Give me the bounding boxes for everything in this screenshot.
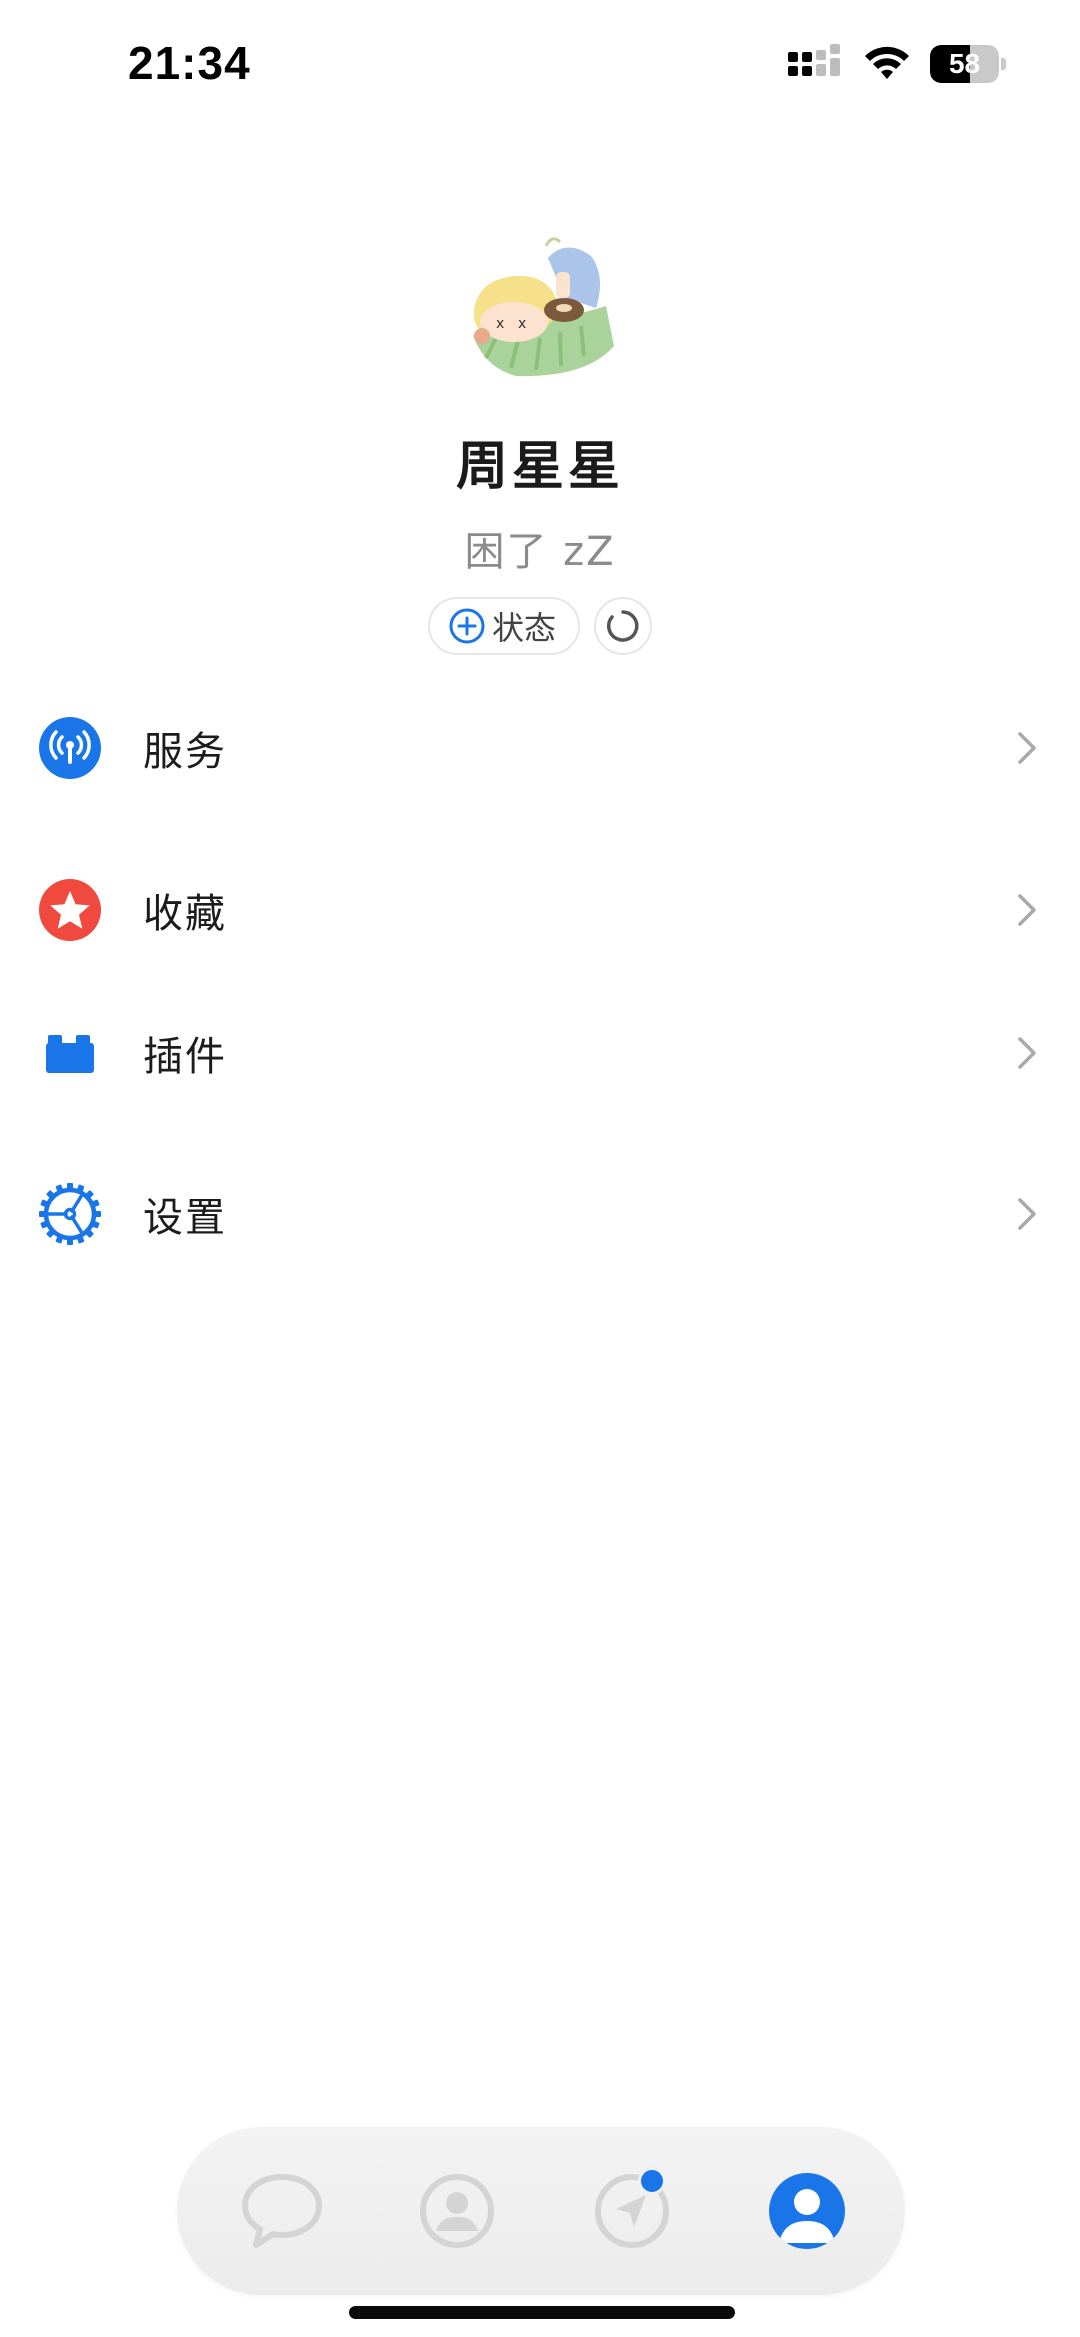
person-icon	[769, 2173, 845, 2249]
plus-circle-icon	[449, 608, 485, 644]
menu-item-label: 设置	[143, 1195, 227, 1241]
tab-me[interactable]	[757, 2161, 857, 2261]
cellular-signal-icon	[788, 44, 840, 76]
contact-icon	[420, 2174, 494, 2248]
battery-level: 58	[948, 48, 981, 79]
avatar[interactable]: x x	[456, 228, 624, 396]
refresh-ring-icon	[606, 610, 639, 642]
menu-item-plugins[interactable]: 插件	[0, 993, 1080, 1113]
discover-badge-dot	[638, 2167, 666, 2195]
chevron-right-icon	[1018, 1037, 1036, 1069]
chat-bubble-icon	[242, 2174, 322, 2248]
wifi-icon	[865, 46, 909, 79]
broadcast-icon	[38, 716, 102, 780]
tab-chats[interactable]	[232, 2161, 332, 2261]
star-icon	[38, 878, 102, 942]
menu-item-services[interactable]: 服务	[0, 688, 1080, 808]
add-status-label: 状态	[491, 609, 556, 647]
gear-icon	[38, 1182, 102, 1246]
bottom-tab-bar	[177, 2127, 905, 2295]
plugin-icon	[38, 1021, 102, 1085]
svg-text:x: x	[496, 316, 504, 332]
profile-signature[interactable]: 困了 zZ	[0, 519, 1080, 577]
profile-name: 周星星	[455, 437, 624, 497]
chevron-right-icon	[1018, 732, 1036, 764]
status-icons: 58	[786, 40, 1006, 88]
status-time: 21:34	[128, 37, 251, 89]
svg-text:x: x	[518, 316, 526, 332]
tab-discover[interactable]	[582, 2161, 682, 2261]
battery-icon: 58	[930, 45, 1006, 83]
menu-item-favorites[interactable]: 收藏	[0, 850, 1080, 970]
chevron-right-icon	[1018, 894, 1036, 926]
status-bar: 21:34 58	[0, 0, 1080, 130]
chevron-right-icon	[1018, 1198, 1036, 1230]
menu-item-label: 收藏	[143, 891, 227, 937]
profile-header: x x 周星星 困了 zZ 状态	[0, 228, 1080, 655]
home-indicator	[349, 2306, 735, 2319]
menu-item-label: 插件	[143, 1034, 227, 1080]
menu-item-settings[interactable]: 设置	[0, 1154, 1080, 1274]
menu-item-label: 服务	[143, 729, 227, 775]
tab-contacts[interactable]	[407, 2161, 507, 2261]
add-status-button[interactable]: 状态	[427, 597, 580, 655]
status-row: 状态	[0, 597, 1080, 655]
refresh-status-button[interactable]	[594, 597, 652, 655]
